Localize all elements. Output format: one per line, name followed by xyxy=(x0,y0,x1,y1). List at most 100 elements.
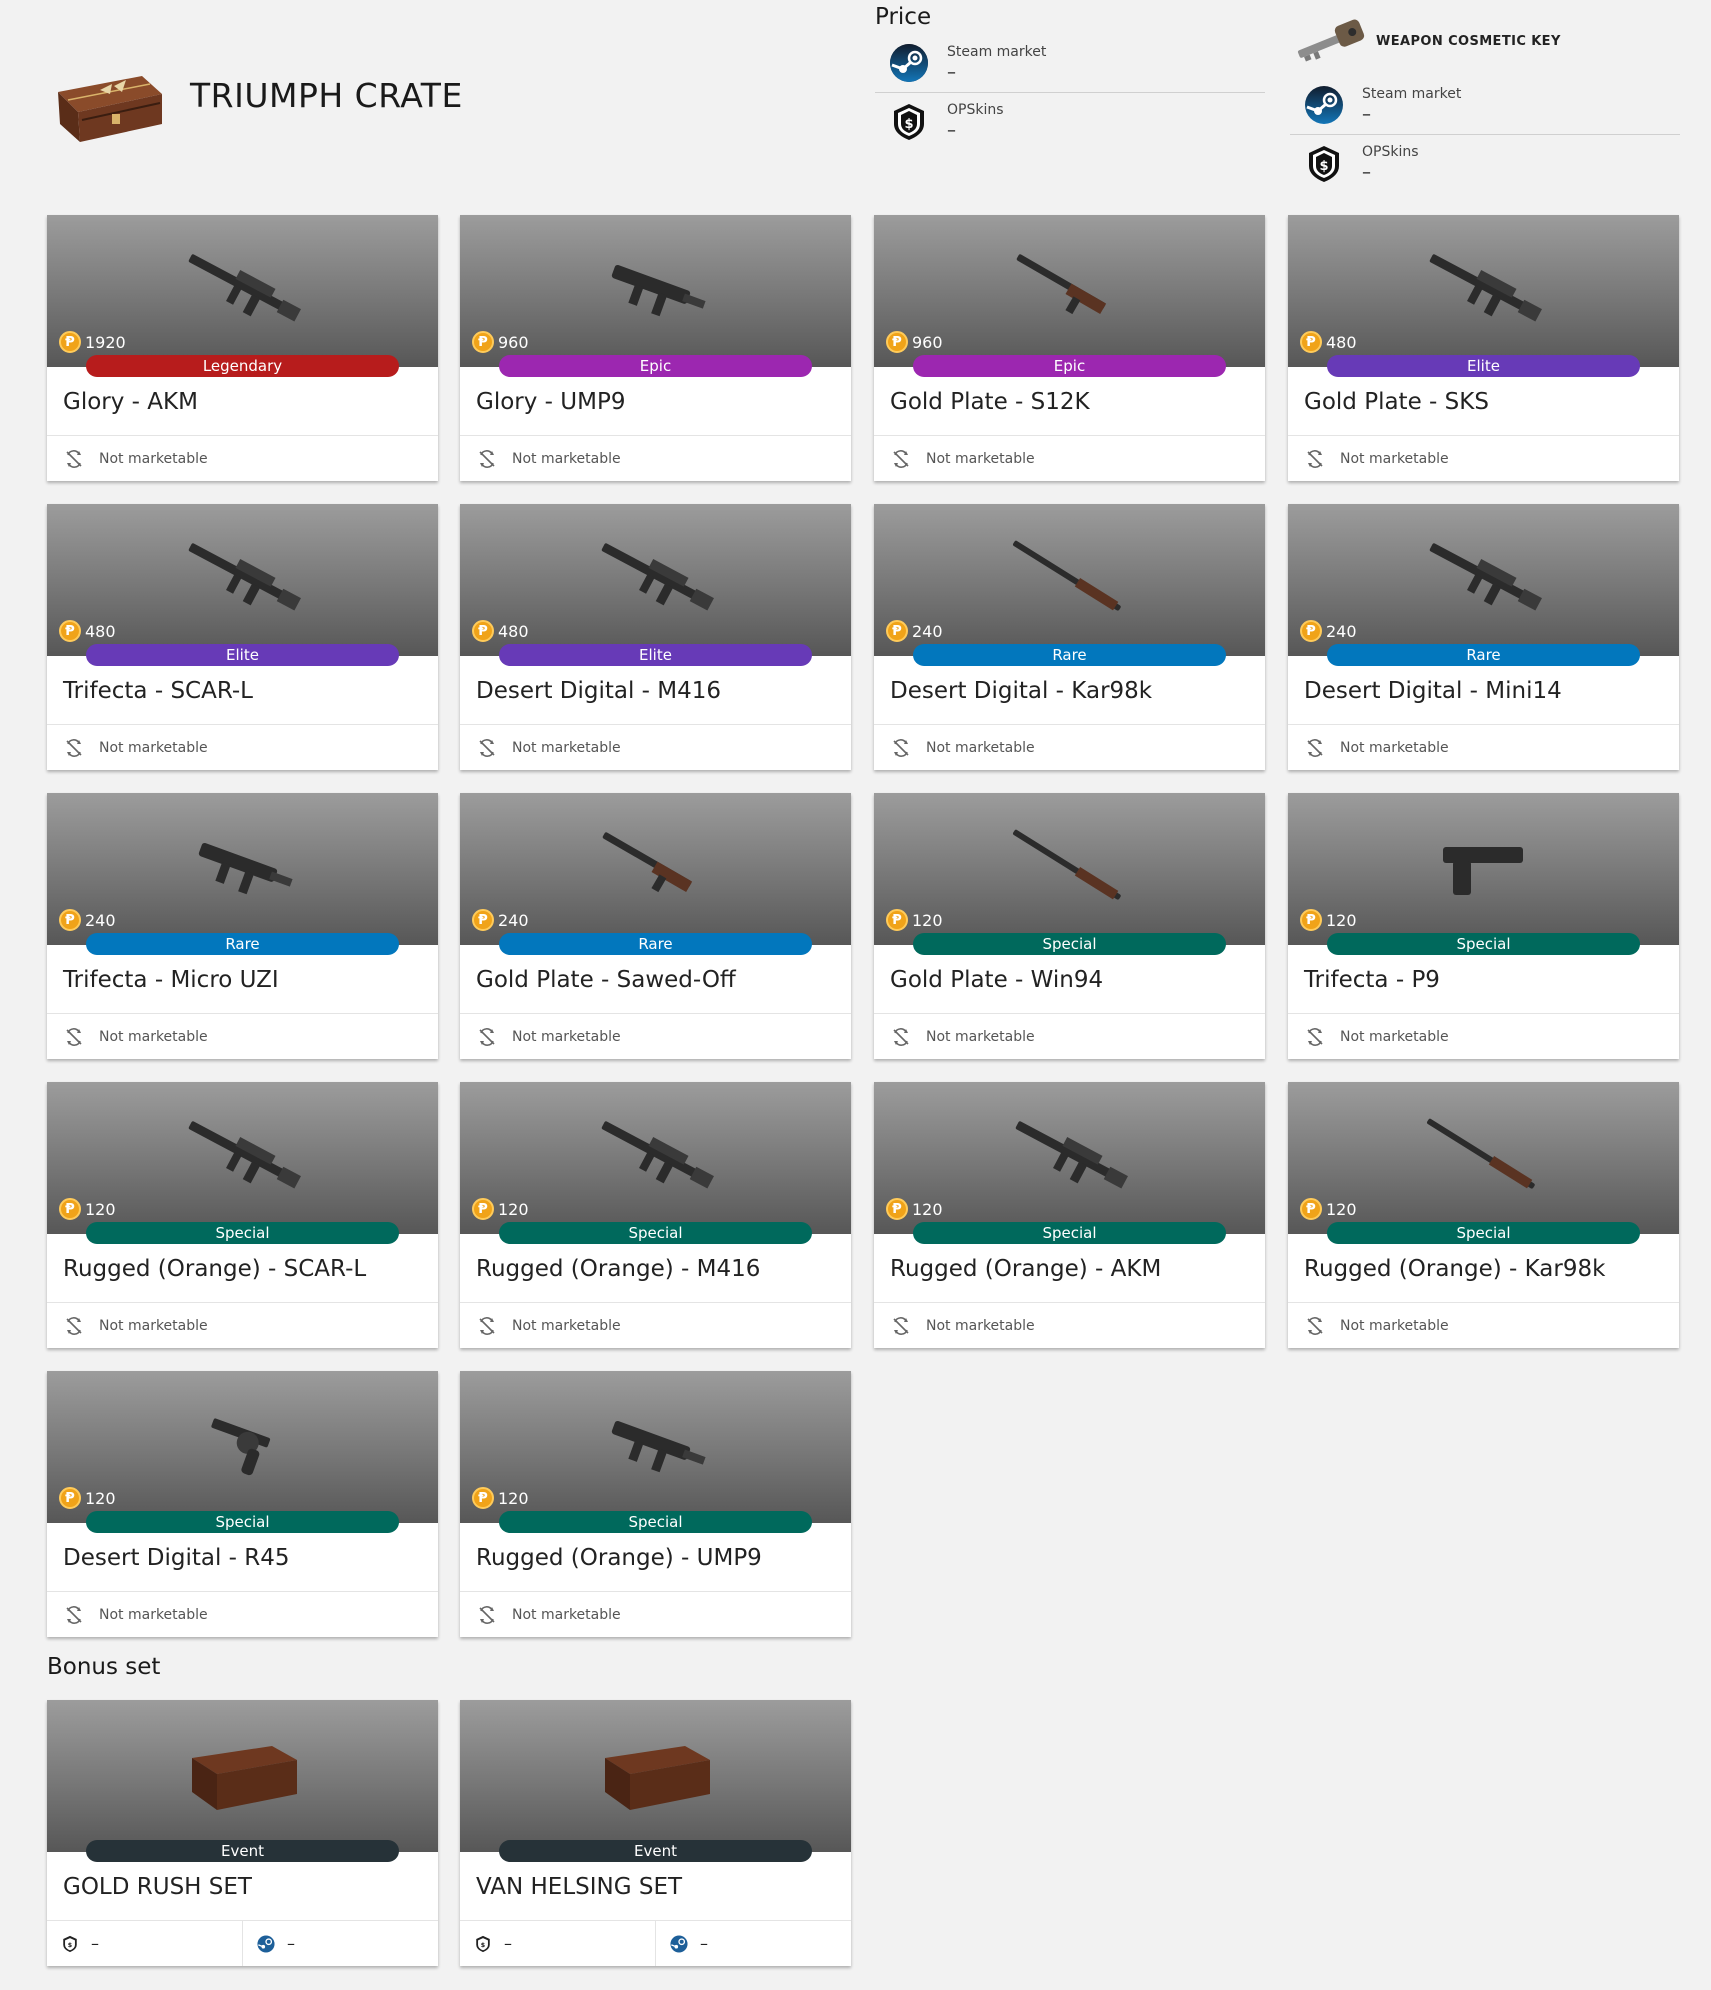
bp-price: Ᵽ 120 xyxy=(1300,1198,1357,1220)
not-marketable-icon xyxy=(893,738,909,757)
card-image-area: Ᵽ 480 xyxy=(1288,215,1679,367)
key-price-row-opskins[interactable]: $ OPSkins – xyxy=(1290,134,1680,192)
bp-price: Ᵽ 120 xyxy=(1300,909,1357,931)
bp-value: 120 xyxy=(498,1488,529,1508)
bp-value: 480 xyxy=(498,621,529,641)
bp-value: 1920 xyxy=(85,332,126,352)
item-name: GOLD RUSH SET xyxy=(63,1874,252,1900)
marketability-row: Not marketable xyxy=(460,1592,851,1637)
bp-coin-icon: Ᵽ xyxy=(886,909,908,931)
marketability-row: Not marketable xyxy=(47,436,438,481)
item-card[interactable]: Ᵽ 120 Special Rugged (Orange) - AKM Not mark… xyxy=(874,1082,1265,1348)
marketability-row: Not marketable xyxy=(47,1592,438,1637)
item-card[interactable]: Ᵽ 120 Special Rugged (Orange) - SCAR-L Not m… xyxy=(47,1082,438,1348)
marketability-row: Not marketable xyxy=(874,1014,1265,1059)
not-marketable-icon xyxy=(893,1027,909,1046)
rarity-badge: Special xyxy=(1327,933,1640,955)
item-card[interactable]: Ᵽ 240 Rare Trifecta - Micro UZI Not marketab… xyxy=(47,793,438,1059)
bonus-card[interactable]: Event GOLD RUSH SET $ – – xyxy=(47,1700,438,1966)
marketability-row: Not marketable xyxy=(47,1014,438,1059)
bp-price: Ᵽ 480 xyxy=(1300,331,1357,353)
marketability-row: Not marketable xyxy=(460,436,851,481)
marketability-row: Not marketable xyxy=(460,1014,851,1059)
bonus-opskins-price[interactable]: $ – xyxy=(460,1921,655,1966)
rarity-badge: Special xyxy=(1327,1222,1640,1244)
bonus-card[interactable]: Event VAN HELSING SET $ – – xyxy=(460,1700,851,1966)
not-marketable-icon xyxy=(479,1605,495,1624)
not-marketable-icon xyxy=(66,449,82,468)
shotgun-icon xyxy=(1016,254,1107,315)
item-name: Desert Digital - M416 xyxy=(476,678,722,704)
bp-value: 120 xyxy=(85,1199,116,1219)
item-card[interactable]: Ᵽ 480 Elite Desert Digital - M416 Not market… xyxy=(460,504,851,770)
not-marketable-icon xyxy=(479,1316,495,1335)
item-card[interactable]: Ᵽ 240 Rare Desert Digital - Kar98k Not marke… xyxy=(874,504,1265,770)
bonus-opskins-price[interactable]: $ – xyxy=(47,1921,242,1966)
item-name: VAN HELSING SET xyxy=(476,1874,683,1900)
bp-value: 960 xyxy=(498,332,529,352)
rifle-icon xyxy=(1429,254,1542,322)
card-image-area: Ᵽ 960 xyxy=(874,215,1265,367)
svg-text:$: $ xyxy=(904,117,913,132)
item-name: Gold Plate - Sawed-Off xyxy=(476,967,736,993)
bonus-steam-price[interactable]: – xyxy=(242,1921,437,1966)
bp-price: Ᵽ 240 xyxy=(59,909,116,931)
not-marketable-label: Not marketable xyxy=(1340,450,1449,467)
bp-price: Ᵽ 120 xyxy=(886,909,943,931)
bp-value: 120 xyxy=(1326,1199,1357,1219)
bp-coin-icon: Ᵽ xyxy=(472,909,494,931)
bp-coin-icon: Ᵽ xyxy=(59,909,81,931)
not-marketable-label: Not marketable xyxy=(926,739,1035,756)
bp-value: 240 xyxy=(1326,621,1357,641)
item-card[interactable]: Ᵽ 960 Epic Gold Plate - S12K Not marketable xyxy=(874,215,1265,481)
bp-price: Ᵽ 120 xyxy=(886,1198,943,1220)
item-card[interactable]: Ᵽ 480 Elite Gold Plate - SKS Not marketable xyxy=(1288,215,1679,481)
card-image-area: Ᵽ 120 xyxy=(1288,793,1679,945)
price-row-opskins[interactable]: $ OPSkins – xyxy=(875,92,1265,150)
marketability-row: Not marketable xyxy=(460,725,851,770)
item-card[interactable]: Ᵽ 120 Special Rugged (Orange) - UMP9 Not mar… xyxy=(460,1371,851,1637)
not-marketable-icon xyxy=(1307,1027,1323,1046)
bp-coin-icon: Ᵽ xyxy=(59,620,81,642)
bp-coin-icon: Ᵽ xyxy=(1300,331,1322,353)
item-name: Gold Plate - S12K xyxy=(890,389,1090,415)
bp-value: 240 xyxy=(912,621,943,641)
bp-coin-icon: Ᵽ xyxy=(472,331,494,353)
svg-text:$: $ xyxy=(68,1942,72,1949)
not-marketable-label: Not marketable xyxy=(926,450,1035,467)
not-marketable-label: Not marketable xyxy=(512,1028,621,1045)
bp-price: Ᵽ 120 xyxy=(59,1198,116,1220)
item-card[interactable]: Ᵽ 120 Special Desert Digital - R45 Not marke… xyxy=(47,1371,438,1637)
bonus-steam-price[interactable]: – xyxy=(655,1921,850,1966)
bp-coin-icon: Ᵽ xyxy=(59,1198,81,1220)
bp-coin-icon: Ᵽ xyxy=(1300,620,1322,642)
opskins-icon: $ xyxy=(63,1935,77,1952)
card-image-area xyxy=(47,1700,438,1852)
item-card[interactable]: Ᵽ 240 Rare Desert Digital - Mini14 Not marke… xyxy=(1288,504,1679,770)
item-card[interactable]: Ᵽ 1920 Legendary Glory - AKM Not marketable xyxy=(47,215,438,481)
item-card[interactable]: Ᵽ 480 Elite Trifecta - SCAR-L Not marketable xyxy=(47,504,438,770)
key-price-row-steam[interactable]: Steam market – xyxy=(1290,76,1680,134)
marketability-row: Not marketable xyxy=(874,725,1265,770)
price-label: OPSkins xyxy=(1362,144,1419,160)
item-card[interactable]: Ᵽ 960 Epic Glory - UMP9 Not marketable xyxy=(460,215,851,481)
item-card[interactable]: Ᵽ 240 Rare Gold Plate - Sawed-Off Not market… xyxy=(460,793,851,1059)
bp-value: 120 xyxy=(912,1199,943,1219)
item-card[interactable]: Ᵽ 120 Special Trifecta - P9 Not marketable xyxy=(1288,793,1679,1059)
rarity-badge: Event xyxy=(86,1840,399,1862)
bp-price: Ᵽ 1920 xyxy=(59,331,126,353)
item-card[interactable]: Ᵽ 120 Special Rugged (Orange) - M416 Not mar… xyxy=(460,1082,851,1348)
not-marketable-icon xyxy=(1307,738,1323,757)
smg-icon xyxy=(611,264,706,317)
item-card[interactable]: Ᵽ 120 Special Rugged (Orange) - Kar98k Not m… xyxy=(1288,1082,1679,1348)
item-name: Rugged (Orange) - AKM xyxy=(890,1256,1162,1282)
rarity-badge: Special xyxy=(499,1222,812,1244)
item-name: Trifecta - SCAR-L xyxy=(63,678,253,704)
item-card[interactable]: Ᵽ 120 Special Gold Plate - Win94 Not marketa… xyxy=(874,793,1265,1059)
rifle-icon xyxy=(1015,1121,1128,1189)
steam-icon xyxy=(890,44,928,82)
bp-value: 480 xyxy=(85,621,116,641)
rifle-icon xyxy=(188,1121,301,1189)
price-row-steam[interactable]: Steam market – xyxy=(875,34,1265,92)
item-name: Glory - UMP9 xyxy=(476,389,626,415)
